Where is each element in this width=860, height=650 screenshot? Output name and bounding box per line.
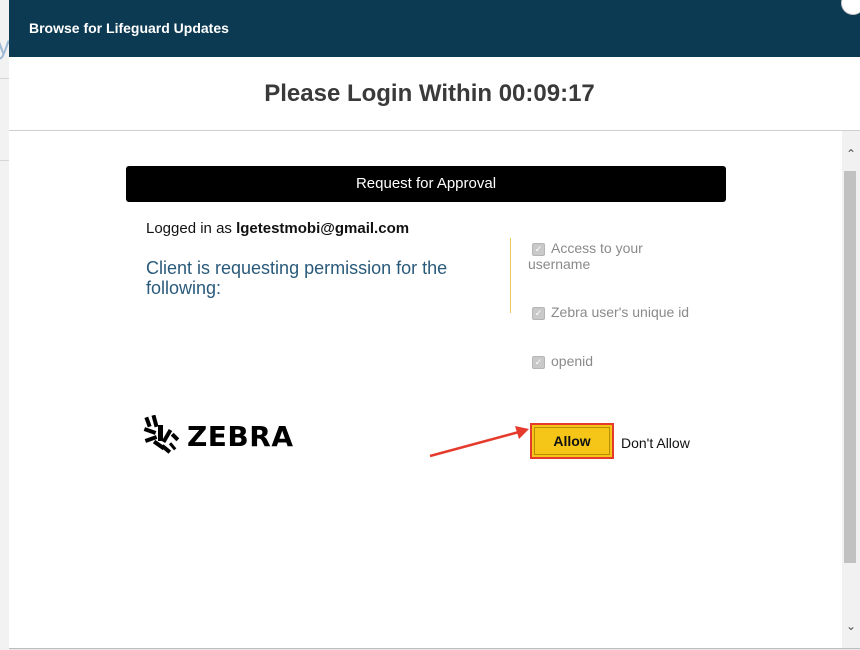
scrollbar-thumb[interactable] xyxy=(844,171,856,563)
login-timer: Please Login Within 00:09:17 xyxy=(264,79,595,107)
logged-in-text: Logged in as lgetestmobi@gmail.com xyxy=(146,220,409,237)
dialog-content: Request for Approval Logged in as lgetes… xyxy=(9,131,842,648)
permission-item-openid[interactable]: ✓ openid xyxy=(528,353,593,369)
allow-button[interactable]: Allow xyxy=(530,423,614,459)
checkbox-icon[interactable]: ✓ xyxy=(532,307,545,320)
permission-label: Zebra user's unique id xyxy=(551,304,690,320)
permission-request-text: Client is requesting permission for the … xyxy=(146,258,448,298)
checkbox-icon[interactable]: ✓ xyxy=(532,356,545,369)
background-divider xyxy=(0,78,9,79)
login-timer-bar: Please Login Within 00:09:17 xyxy=(9,57,860,131)
scroll-up-arrow-icon[interactable]: ⌃ xyxy=(842,145,860,163)
approval-dialog: Browse for Lifeguard Updates Please Logi… xyxy=(9,0,860,649)
zebra-logo: ZEBRA xyxy=(143,415,294,457)
permission-label: openid xyxy=(551,353,594,369)
permission-item-username[interactable]: ✓ Access to your username xyxy=(528,240,678,272)
permission-item-unique-id[interactable]: ✓ Zebra user's unique id xyxy=(528,304,689,320)
approval-header: Request for Approval xyxy=(126,166,726,202)
vertical-scrollbar[interactable]: ⌃ ⌄ xyxy=(842,131,860,648)
zebra-wordmark: ZEBRA xyxy=(187,419,294,453)
background-divider xyxy=(0,160,9,161)
annotation-arrow-icon xyxy=(429,426,529,458)
dont-allow-button[interactable]: Don't Allow xyxy=(621,435,690,451)
dialog-titlebar: Browse for Lifeguard Updates xyxy=(9,0,860,57)
zebra-head-icon xyxy=(143,415,180,454)
allow-button-label: Allow xyxy=(553,433,591,449)
logged-in-email: lgetestmobi@gmail.com xyxy=(236,220,410,237)
permission-divider xyxy=(510,238,511,313)
logged-in-prefix: Logged in as xyxy=(146,220,232,237)
scroll-down-arrow-icon[interactable]: ⌄ xyxy=(842,617,860,635)
checkbox-icon[interactable]: ✓ xyxy=(532,243,545,256)
dialog-title: Browse for Lifeguard Updates xyxy=(29,20,229,36)
permission-label: Access to your username xyxy=(528,240,643,272)
background-page: y xyxy=(0,0,10,650)
